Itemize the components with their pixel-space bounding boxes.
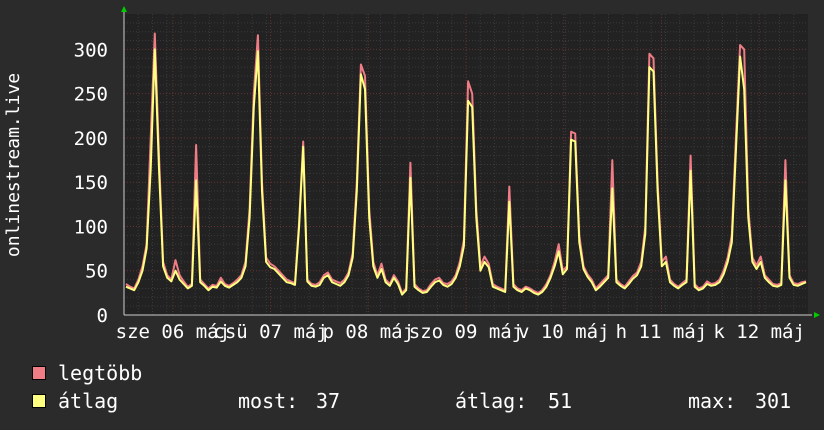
x-tick-label: v 10 máj (518, 321, 610, 343)
y-tick-label: 200 (74, 128, 108, 150)
stat-max-value: 301 (755, 389, 792, 413)
x-axis-arrow (814, 312, 820, 318)
y-tick-label: 300 (74, 39, 108, 61)
y-tick-label: 150 (74, 172, 108, 194)
y-tick-label: 50 (85, 261, 108, 283)
x-tick-label: h 11 máj (616, 321, 708, 343)
x-tick-label: szo 09 máj (409, 321, 523, 343)
stat-atlag-value: 51 (548, 389, 573, 413)
x-tick-label: p 08 máj (323, 321, 415, 343)
y-tick-label: 100 (74, 216, 108, 238)
y-axis-arrow (121, 6, 127, 12)
legend-swatch-atlag (32, 394, 46, 408)
x-tick-label: csü 07 máj (213, 321, 327, 343)
stat-max-label: max: (688, 389, 737, 413)
stat-atlag-label: átlag: (455, 389, 528, 413)
stat-most-value: 37 (316, 389, 341, 413)
plot-area: 050100150200250300sze 06 májcsü 07 májp … (74, 6, 820, 343)
legend-label-atlag: átlag (58, 389, 119, 413)
y-axis-label: onlinestream.live (3, 73, 24, 257)
stat-most-label: most: (238, 389, 299, 413)
x-tick-label: k 12 máj (713, 321, 805, 343)
y-tick-label: 0 (97, 305, 108, 327)
legend-swatch-legtobb (32, 366, 46, 380)
legend-label-legtobb: legtöbb (58, 361, 143, 385)
y-tick-label: 250 (74, 84, 108, 106)
